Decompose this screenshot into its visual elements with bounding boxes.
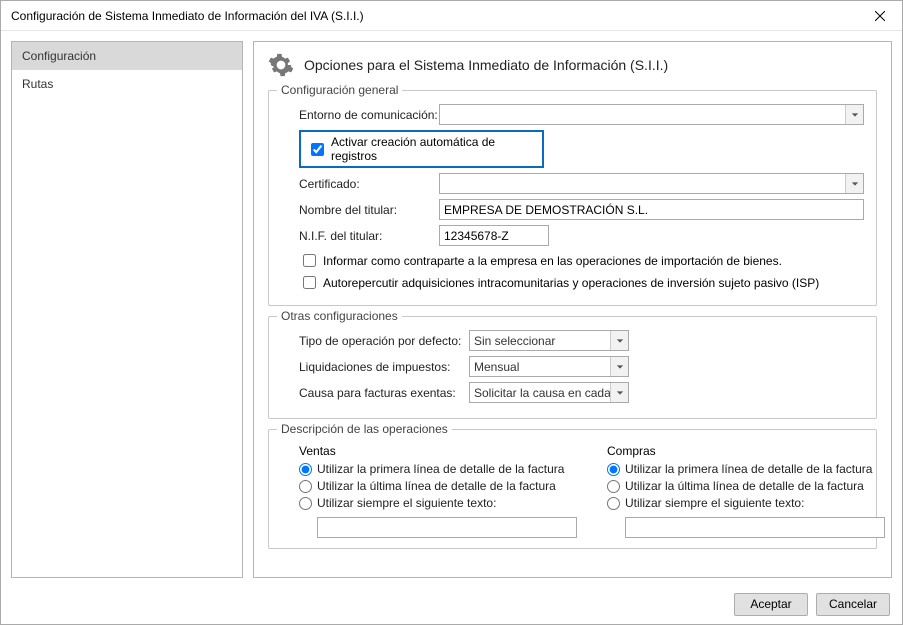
group-otras: Otras configuraciones Tipo de operación …	[268, 316, 877, 419]
checkbox-informar[interactable]	[303, 254, 316, 267]
checkbox-activar[interactable]	[311, 143, 324, 156]
group-desc: Descripción de las operaciones Ventas Ut…	[268, 429, 877, 549]
row-nif: N.I.F. del titular:	[281, 225, 864, 246]
row-autorepercutir: Autorepercutir adquisiciones intracomuni…	[281, 273, 864, 292]
chevron-down-icon	[610, 357, 628, 376]
select-entorno[interactable]	[439, 104, 864, 125]
sidebar: Configuración Rutas	[11, 41, 243, 578]
sidebar-item-label: Configuración	[22, 49, 96, 63]
label-nif: N.I.F. del titular:	[299, 229, 439, 243]
ops-col-compras: Compras Utilizar la primera línea de det…	[607, 442, 885, 538]
chevron-down-icon	[610, 331, 628, 350]
footer: Aceptar Cancelar	[1, 584, 902, 624]
radio-ventas-3[interactable]	[299, 497, 312, 510]
group-title-otras: Otras configuraciones	[277, 309, 402, 323]
highlight-activar: Activar creación automática de registros	[299, 130, 544, 168]
label-autorepercutir: Autorepercutir adquisiciones intracomuni…	[323, 276, 819, 290]
select-certificado[interactable]	[439, 173, 864, 194]
radio-compras-3[interactable]	[607, 497, 620, 510]
panel-header: Opciones para el Sistema Inmediato de In…	[268, 52, 877, 78]
group-title-desc: Descripción de las operaciones	[277, 422, 452, 436]
row-tipo: Tipo de operación por defecto: Sin selec…	[281, 330, 864, 351]
radio-compras-2-label: Utilizar la última línea de detalle de l…	[625, 479, 864, 493]
compras-title: Compras	[607, 444, 885, 458]
row-liquid: Liquidaciones de impuestos: Mensual	[281, 356, 864, 377]
cancel-button[interactable]: Cancelar	[816, 593, 890, 616]
main-panel: Opciones para el Sistema Inmediato de In…	[253, 41, 892, 578]
row-activar: Activar creación automática de registros	[281, 130, 864, 168]
radio-ventas-2-label: Utilizar la última línea de detalle de l…	[317, 479, 556, 493]
radio-ventas-1-label: Utilizar la primera línea de detalle de …	[317, 462, 564, 476]
radio-compras-1[interactable]	[607, 463, 620, 476]
select-liquid[interactable]: Mensual	[469, 356, 629, 377]
label-certificado: Certificado:	[299, 177, 439, 191]
label-informar: Informar como contraparte a la empresa e…	[323, 254, 782, 268]
panel-title: Opciones para el Sistema Inmediato de In…	[304, 57, 668, 73]
row-causa: Causa para facturas exentas: Solicitar l…	[281, 382, 864, 403]
accept-button[interactable]: Aceptar	[734, 593, 808, 616]
select-tipo[interactable]: Sin seleccionar	[469, 330, 629, 351]
close-icon	[875, 11, 885, 21]
label-liquid: Liquidaciones de impuestos:	[299, 360, 469, 374]
row-nombre: Nombre del titular:	[281, 199, 864, 220]
label-nombre: Nombre del titular:	[299, 203, 439, 217]
radio-ventas-2[interactable]	[299, 480, 312, 493]
label-entorno: Entorno de comunicación:	[299, 108, 439, 122]
select-liquid-value: Mensual	[474, 360, 519, 374]
chevron-down-icon	[845, 174, 863, 193]
select-causa-value: Solicitar la causa en cada	[474, 386, 611, 400]
group-title-general: Configuración general	[277, 83, 402, 97]
cancel-label: Cancelar	[829, 597, 877, 611]
chevron-down-icon	[610, 383, 628, 402]
sidebar-item-configuracion[interactable]: Configuración	[12, 42, 242, 70]
radio-compras-2[interactable]	[607, 480, 620, 493]
group-general: Configuración general Entorno de comunic…	[268, 90, 877, 306]
ops-columns: Ventas Utilizar la primera línea de deta…	[281, 442, 864, 538]
radio-ventas-1[interactable]	[299, 463, 312, 476]
select-causa[interactable]: Solicitar la causa en cada	[469, 382, 629, 403]
input-compras-text[interactable]	[625, 517, 885, 538]
gear-icon	[268, 52, 294, 78]
accept-label: Aceptar	[750, 597, 791, 611]
ventas-title: Ventas	[299, 444, 577, 458]
titlebar: Configuración de Sistema Inmediato de In…	[1, 1, 902, 31]
input-ventas-text[interactable]	[317, 517, 577, 538]
input-nif[interactable]	[439, 225, 549, 246]
chevron-down-icon	[845, 105, 863, 124]
select-tipo-value: Sin seleccionar	[474, 334, 555, 348]
radio-ventas-3-label: Utilizar siempre el siguiente texto:	[317, 496, 496, 510]
label-tipo: Tipo de operación por defecto:	[299, 334, 469, 348]
close-button[interactable]	[860, 2, 900, 30]
input-nombre[interactable]	[439, 199, 864, 220]
radio-compras-3-label: Utilizar siempre el siguiente texto:	[625, 496, 804, 510]
label-activar: Activar creación automática de registros	[331, 135, 536, 163]
sidebar-item-label: Rutas	[22, 77, 53, 91]
row-informar: Informar como contraparte a la empresa e…	[281, 251, 864, 270]
checkbox-autorepercutir[interactable]	[303, 276, 316, 289]
ops-col-ventas: Ventas Utilizar la primera línea de deta…	[299, 442, 577, 538]
row-certificado: Certificado:	[281, 173, 864, 194]
row-entorno: Entorno de comunicación:	[281, 104, 864, 125]
dialog-window: Configuración de Sistema Inmediato de In…	[0, 0, 903, 625]
window-title: Configuración de Sistema Inmediato de In…	[11, 9, 364, 23]
sidebar-item-rutas[interactable]: Rutas	[12, 70, 242, 98]
radio-compras-1-label: Utilizar la primera línea de detalle de …	[625, 462, 872, 476]
body-area: Configuración Rutas Opciones para el Sis…	[1, 31, 902, 584]
label-causa: Causa para facturas exentas:	[299, 386, 469, 400]
